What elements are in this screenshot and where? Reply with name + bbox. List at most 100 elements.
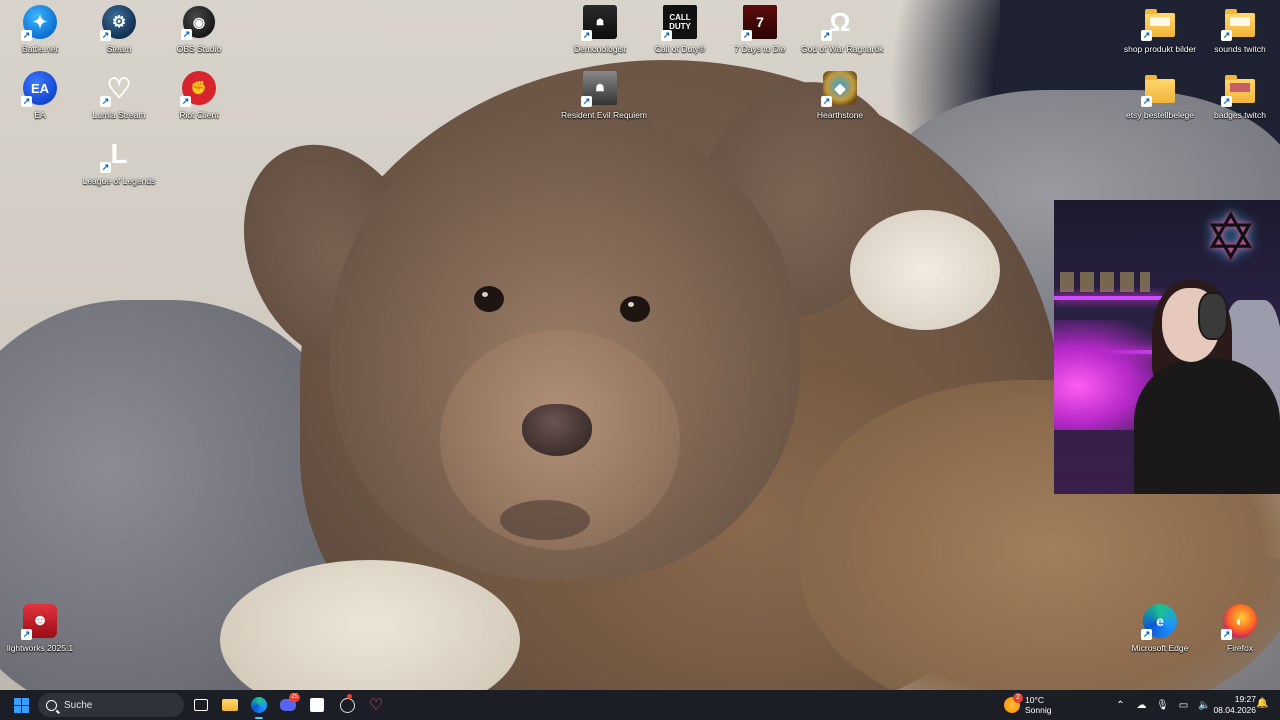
desktop-icon-microsoft-edge[interactable]: e Microsoft Edge: [1121, 604, 1199, 666]
desktop-icon-league-of-legends[interactable]: L League of Legends: [80, 137, 158, 199]
firefox-icon: ◐: [1221, 604, 1257, 640]
sun-icon: 2: [1004, 693, 1023, 713]
league-of-legends-icon: L: [100, 137, 136, 173]
task-view-icon: [194, 699, 208, 711]
wallpaper-dog-mouth: [500, 500, 590, 540]
folder-icon: [222, 699, 238, 711]
god-of-war-omega-icon: Ω: [821, 5, 857, 41]
taskbar-search[interactable]: Suche: [38, 693, 184, 717]
taskbar-weather[interactable]: 2 10°C Sonnig: [1004, 692, 1051, 718]
desktop-icon-label: God of War Ragnarök: [801, 44, 884, 54]
desktop-icon-label: Microsoft Edge: [1131, 643, 1189, 653]
taskbar: Suche 25 ♡ 2 10°C Sonnig ⌃ ☁ 🎙 ▭ 🔈 19:27…: [0, 690, 1280, 720]
desktop-icon-label: Lumia Stream: [92, 110, 146, 120]
desktop-icon-label: badges twitch: [1214, 110, 1266, 120]
show-hidden-icons-chevron-up-icon[interactable]: ⌃: [1110, 690, 1131, 720]
desktop-icon-label: etsy bestellbelege: [1125, 110, 1195, 120]
desktop-icon-label: Hearthstone: [816, 110, 864, 120]
edge-icon: [251, 697, 267, 713]
desktop-icon-label: shop produkt bilder: [1123, 44, 1197, 54]
taskbar-obs[interactable]: [335, 693, 359, 717]
desktop-icon-label: lightworks 2025.1: [6, 643, 74, 653]
steam-icon: ⚙: [100, 5, 136, 41]
wallpaper-fluff: [850, 210, 1000, 330]
demonologist-icon: ☗: [581, 5, 617, 41]
notification-bell-icon[interactable]: 🔔: [1256, 698, 1268, 710]
clock-date: 08.04.2026: [1213, 705, 1256, 715]
folder-icon: [1141, 71, 1177, 107]
desktop-icon-call-of-duty[interactable]: CALL DUTY Call of Duty®: [641, 5, 719, 67]
hearthstone-icon: ◆: [821, 71, 857, 107]
resident-evil-icon: ☗: [581, 71, 617, 107]
desktop-icon-label: Resident Evil Requiem: [561, 110, 647, 120]
tray-app-icon[interactable]: ☁: [1131, 690, 1152, 720]
desktop-icon-label: 7 Days to Die: [734, 44, 786, 54]
obs-icon: [339, 693, 355, 713]
app-tile-icon: [310, 698, 324, 712]
call-of-duty-icon: CALL DUTY: [661, 5, 697, 41]
desktop-icon-label: sounds twitch: [1214, 44, 1266, 54]
taskbar-task-view[interactable]: [189, 693, 213, 717]
folder-icon: [1141, 5, 1177, 41]
discord-badge: 25: [289, 693, 300, 702]
headset: [1198, 292, 1228, 340]
desktop-icon-battlenet[interactable]: ✦ Battle.net: [1, 5, 79, 67]
taskbar-discord[interactable]: 25: [276, 693, 300, 717]
taskbar-clock[interactable]: 19:27 08.04.2026: [1204, 694, 1256, 716]
windows-logo-icon: [13, 697, 29, 713]
seven-days-icon: 7: [741, 5, 777, 41]
desktop-icon-firefox[interactable]: ◐ Firefox: [1201, 604, 1279, 666]
neon-star-decoration: ✡: [1204, 201, 1258, 273]
weather-condition: Sonnig: [1025, 705, 1052, 715]
desktop-icon-riot[interactable]: ✊ Riot Client: [160, 71, 238, 133]
desktop-icon-god-of-war[interactable]: Ω God of War Ragnarök: [801, 5, 884, 67]
desktop-icon-demonologist[interactable]: ☗ Demonologist: [561, 5, 639, 67]
ea-icon: EA: [21, 71, 57, 107]
network-icon[interactable]: ▭: [1173, 690, 1194, 720]
weather-badge: 2: [1013, 693, 1023, 703]
desktop-icon-label: Demonologist: [574, 44, 626, 54]
taskbar-app-white[interactable]: [305, 693, 329, 717]
desktop-folder-sounds-twitch[interactable]: sounds twitch: [1201, 5, 1279, 67]
desktop-icon-hearthstone[interactable]: ◆ Hearthstone: [801, 71, 879, 133]
neon-shelf: [1054, 296, 1164, 300]
folder-icon: [1221, 5, 1257, 41]
battlenet-icon: ✦: [21, 5, 57, 41]
desktop-icon-resident-evil[interactable]: ☗ Resident Evil Requiem: [561, 71, 647, 133]
desktop-icon-label: League of Legends: [82, 176, 156, 186]
clock-time: 19:27: [1234, 694, 1256, 704]
lumia-pin-icon: ♡: [368, 697, 384, 714]
taskbar-edge[interactable]: [247, 693, 271, 719]
lightworks-icon: ☻: [21, 604, 57, 640]
start-button[interactable]: [9, 693, 33, 717]
recording-dot: [346, 693, 352, 699]
desktop-icon-label: OBS Studio: [176, 44, 222, 54]
desktop-icon-label: Call of Duty®: [654, 44, 706, 54]
desktop-icon-steam[interactable]: ⚙ Steam: [80, 5, 158, 67]
desktop-icon-lightworks[interactable]: ☻ lightworks 2025.1: [1, 604, 79, 666]
streamer-body: [1134, 358, 1280, 494]
desktop-icon-lumia[interactable]: ♡ Lumia Stream: [80, 71, 158, 133]
edge-icon: e: [1141, 604, 1177, 640]
desktop-icon-label: Steam: [106, 44, 132, 54]
obs-icon: ◉: [181, 5, 216, 40]
desktop-icon-label: Battle.net: [22, 44, 58, 54]
search-placeholder: Suche: [64, 699, 93, 711]
desktop-folder-etsy-bestellbelege[interactable]: etsy bestellbelege: [1121, 71, 1199, 133]
desktop-icon-7-days-to-die[interactable]: 7 7 Days to Die: [721, 5, 799, 67]
desktop-icon-obs[interactable]: ◉ OBS Studio: [160, 5, 238, 67]
weather-temperature: 10°C: [1025, 695, 1044, 705]
riot-fist-icon: ✊: [180, 71, 216, 107]
desktop-folder-shop-produkt-bilder[interactable]: shop produkt bilder: [1121, 5, 1199, 67]
wallpaper-dog-nose: [522, 404, 592, 456]
wallpaper-dog-eye: [474, 286, 504, 312]
desktop-icon-ea[interactable]: EA EA: [1, 71, 79, 133]
microphone-icon[interactable]: 🎙: [1152, 690, 1173, 720]
desktop-icon-label: Firefox: [1227, 643, 1253, 653]
system-tray: ⌃ ☁ 🎙 ▭ 🔈: [1110, 690, 1215, 720]
taskbar-lumia[interactable]: ♡: [364, 693, 388, 717]
desktop-icon-label: Riot Client: [179, 110, 219, 120]
taskbar-file-explorer[interactable]: [218, 693, 242, 717]
desktop-folder-badges-twitch[interactable]: badges twitch: [1201, 71, 1279, 133]
discord-icon: 25: [280, 693, 300, 711]
